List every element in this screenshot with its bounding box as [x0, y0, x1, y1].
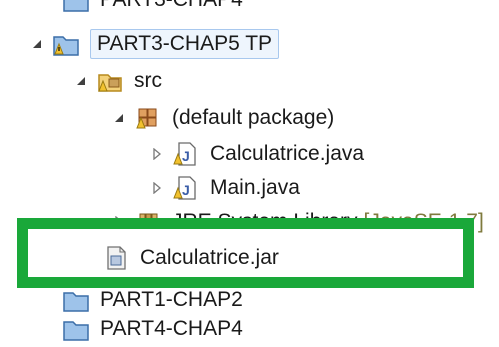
tree-item-label: PART3-CHAP5 TP	[90, 29, 280, 59]
project-folder-icon	[63, 0, 89, 12]
tree-item-part4-chap4[interactable]: PART4-CHAP4	[62, 311, 499, 347]
tree-item-label: PART1-CHAP2	[100, 288, 243, 311]
tree-item-part3-chap4[interactable]: PART3-CHAP4	[62, 0, 499, 18]
tree-item-label: src	[134, 69, 162, 92]
collapsed-arrow-icon[interactable]	[148, 179, 166, 197]
svg-text:J: J	[182, 148, 190, 164]
tree-item-label: (default package)	[172, 106, 335, 129]
tree-item-src[interactable]: src	[72, 63, 499, 99]
expanded-arrow-icon[interactable]	[72, 72, 90, 90]
tree-item-label: PART3-CHAP4	[100, 0, 243, 12]
project-folder-icon	[53, 36, 79, 56]
svg-text:J: J	[182, 182, 190, 198]
tree-item-label: Calculatrice.jar	[140, 246, 279, 269]
tree-item-label: Calculatrice.java	[210, 142, 365, 165]
package-icon	[136, 108, 157, 129]
expanded-arrow-icon[interactable]	[110, 109, 128, 127]
project-folder-icon	[63, 321, 89, 341]
project-folder-icon	[63, 292, 89, 312]
tree-item-default-package[interactable]: (default package)	[110, 100, 499, 136]
jar-file-icon	[107, 246, 126, 270]
tree-item-label: Main.java	[210, 176, 300, 199]
tree-item-label: PART4-CHAP4	[100, 317, 243, 340]
tree-item-calculatrice-java[interactable]: J Calculatrice.java	[148, 136, 499, 172]
collapsed-arrow-icon[interactable]	[148, 145, 166, 163]
java-file-icon: J	[173, 176, 196, 200]
project-explorer-tree: PART3-CHAP4 PART3-CHAP5 TP src	[0, 0, 499, 347]
tree-item-calculatrice-jar[interactable]: Calculatrice.jar	[102, 241, 499, 275]
java-file-icon: J	[173, 142, 196, 166]
expanded-arrow-icon[interactable]	[28, 35, 46, 53]
source-folder-icon	[98, 74, 122, 92]
tree-item-main-java[interactable]: J Main.java	[148, 170, 499, 206]
tree-item-part3-chap5-tp[interactable]: PART3-CHAP5 TP	[28, 26, 499, 62]
